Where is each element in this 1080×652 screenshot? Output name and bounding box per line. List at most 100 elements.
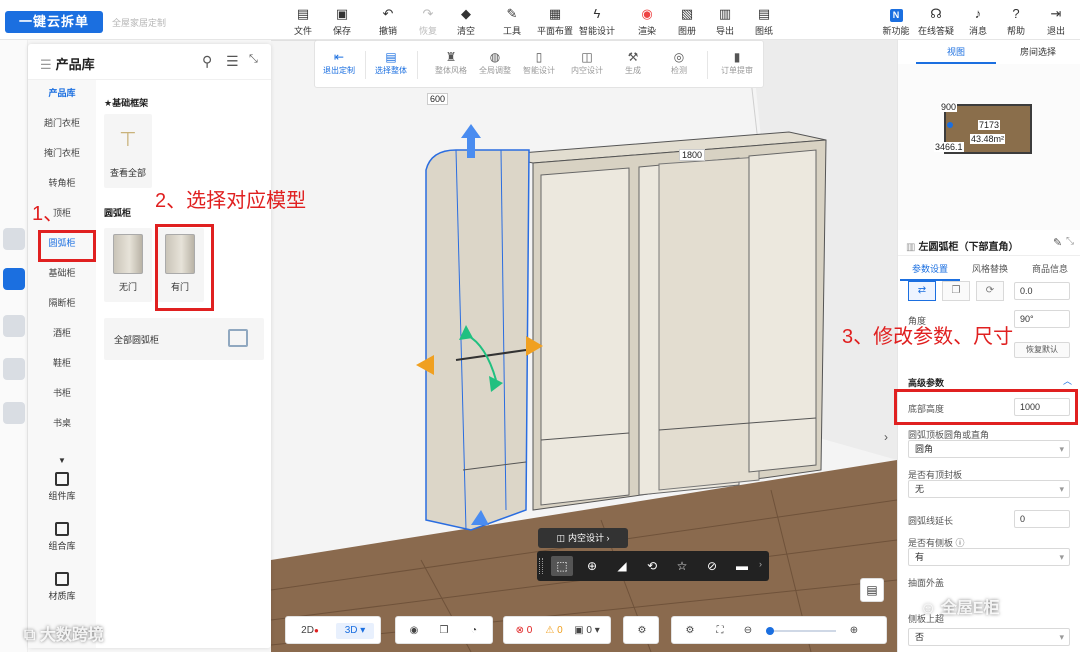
floor-minimap[interactable]: 900 7173 43.48m² 3466.1 (898, 64, 1080, 230)
advanced-toggle-icon[interactable]: ︿ (1063, 374, 1072, 387)
more-arrow-icon[interactable]: › (759, 559, 762, 569)
overall-style-button[interactable]: ♜ 整体风格 (427, 49, 475, 76)
clear-button[interactable]: ◆ 清空 (444, 6, 488, 37)
render-button[interactable]: ◉ 渲染 (625, 6, 669, 37)
paint-context-button[interactable]: ◢ (611, 556, 633, 576)
category-shoe-cabinet[interactable]: 鞋柜 (28, 350, 96, 376)
mode-3d-button[interactable]: 3D ▾ (336, 623, 374, 639)
category-hinged-wardrobe[interactable]: 掩门衣柜 (28, 140, 96, 166)
tab-param-settings[interactable]: 参数设置 (900, 262, 960, 281)
file-button[interactable]: ▤ 文件 (281, 6, 325, 37)
rail-furniture-icon[interactable] (3, 402, 25, 424)
select-all-button[interactable]: ▤ 选择整体 (367, 49, 415, 76)
side-board-select[interactable]: 有 (908, 548, 1070, 566)
edit-icon[interactable]: ✎ (1053, 236, 1062, 249)
favorite-context-button[interactable]: ☆ (671, 556, 693, 576)
inner-space-context-button[interactable]: ◫ 内空设计 › (538, 528, 628, 548)
drawings-button[interactable]: ▤ 图纸 (742, 6, 786, 37)
zoom-slider[interactable] (766, 627, 836, 635)
export-button[interactable]: ▥ 导出 (703, 6, 747, 37)
category-base-cabinet[interactable]: 基础柜 (28, 260, 96, 286)
undo-button[interactable]: ↶ 撤销 (366, 6, 410, 37)
warning-count[interactable]: ⚠ 0 (540, 623, 568, 639)
reset-default-button[interactable]: 恢复默认 (1014, 342, 1070, 358)
tools-button[interactable]: ✎ 工具 (490, 6, 534, 37)
app-logo[interactable]: 一键云拆单 (5, 11, 103, 33)
smart-design-button[interactable]: ϟ 智能设计 (575, 6, 619, 37)
rail-cabinet-icon[interactable] (3, 268, 25, 290)
category-bookcase[interactable]: 书柜 (28, 380, 96, 406)
tab-view[interactable]: 视图 (916, 45, 996, 64)
side-top-select[interactable]: 否 (908, 628, 1070, 646)
rotation-value-input[interactable]: 0.0 (1014, 282, 1070, 300)
exit-custom-button[interactable]: ⇤ 退出定制 (315, 49, 363, 76)
category-wine-cabinet[interactable]: 酒柜 (28, 320, 96, 346)
category-sliding-wardrobe[interactable]: 趟门衣柜 (28, 110, 96, 136)
drag-handle-icon[interactable] (539, 558, 543, 574)
rail-design-icon[interactable] (3, 228, 25, 250)
panel-collapse-arrow[interactable]: › (884, 430, 888, 444)
select-context-button[interactable]: ⬚ (551, 556, 573, 576)
arc-corner-select[interactable]: 圆角 (908, 440, 1070, 458)
gauge-button[interactable]: ◔ (462, 623, 486, 639)
visibility-button[interactable]: ◉ (402, 623, 426, 639)
clipboard-button[interactable]: ▤ (860, 578, 884, 602)
arc-cabinet-selected[interactable] (425, 149, 530, 531)
tab-room-select[interactable]: 房间选择 (998, 45, 1078, 62)
global-adjust-button[interactable]: ◍ 全局调整 (471, 49, 519, 76)
order-review-button[interactable]: ▮ 订单提审 (713, 49, 761, 76)
online-help-button[interactable]: ☊ 在线答疑 (914, 6, 958, 37)
eraser-icon: ◆ (461, 6, 471, 21)
rail-lighting-icon[interactable] (3, 315, 25, 337)
new-features-button[interactable]: N 新功能 (874, 6, 918, 37)
camera-settings-button[interactable]: ⚙ (678, 623, 702, 639)
delete-context-button[interactable]: ▬ (731, 556, 753, 576)
tab-style-replace[interactable]: 风格替换 (960, 262, 1020, 279)
collapse-icon[interactable]: ⤡ (1066, 236, 1074, 247)
generate-button[interactable]: ⚒ 生成 (609, 49, 657, 76)
tab-product-info[interactable]: 商品信息 (1020, 262, 1080, 279)
all-arc-cabinets-card[interactable]: 全部圆弧柜 (104, 318, 264, 360)
search-icon[interactable]: ⚲ (202, 53, 212, 70)
smart-design-tool-button[interactable]: ▯ 智能设计 (515, 49, 563, 76)
mirror-toggle-icon[interactable]: ⇄ (908, 281, 936, 301)
toolbar-divider (365, 51, 366, 79)
error-count[interactable]: ⊗ 0 (510, 623, 538, 639)
top-board-select[interactable]: 无 (908, 480, 1070, 498)
rotate-2d-context-button[interactable]: ⟲ (641, 556, 663, 576)
cube-view-button[interactable]: ❒ (432, 623, 456, 639)
category-product-library[interactable]: 产品库 (28, 80, 96, 106)
material-library-button[interactable]: 材质库 (28, 572, 96, 602)
zoom-out-button[interactable]: ⊖ (736, 623, 760, 639)
arc-cabinet-no-door-card[interactable]: 无门 (104, 228, 152, 302)
scroll-more-icon[interactable]: ▼ (58, 456, 66, 465)
exit-button[interactable]: ⇥ 退出 (1034, 6, 1078, 37)
check-button[interactable]: ◎ 检测 (655, 49, 703, 76)
category-desk[interactable]: 书桌 (28, 410, 96, 436)
zoom-slider-handle[interactable] (766, 627, 774, 635)
category-partition-cabinet[interactable]: 隔断柜 (28, 290, 96, 316)
rotate-toggle-icon[interactable]: ⟳ (976, 281, 1004, 301)
component-library-button[interactable]: 组件库 (28, 472, 96, 502)
floor-plan-button[interactable]: ▦ 平面布置 (533, 6, 577, 37)
fit-view-button[interactable]: ⛶ (708, 623, 732, 639)
mode-2d-button[interactable]: 2D● (292, 623, 328, 639)
view-all-card[interactable]: ⊤ 查看全部 (104, 114, 152, 188)
inner-space-button[interactable]: ◫ 内空设计 (563, 49, 611, 76)
hide-context-button[interactable]: ⊘ (701, 556, 723, 576)
collapse-icon[interactable]: ⤡ (249, 53, 258, 66)
zoom-in-button[interactable]: ⊕ (842, 623, 866, 639)
combination-library-button[interactable]: 组合库 (28, 522, 96, 552)
info-count[interactable]: ▣ 0 ▾ (570, 623, 604, 639)
save-button[interactable]: ▣ 保存 (320, 6, 364, 37)
rail-user-icon[interactable] (3, 358, 25, 380)
angle-select[interactable]: 90° (1014, 310, 1070, 328)
settings-toggle-button[interactable]: ⚙ (630, 623, 654, 639)
add-context-button[interactable]: ⊕ (581, 556, 603, 576)
check-icon: ◎ (673, 50, 685, 64)
filter-icon[interactable]: ☰ (226, 53, 239, 70)
category-corner-cabinet[interactable]: 转角柜 (28, 170, 96, 196)
help-button[interactable]: ? 帮助 (994, 6, 1038, 37)
copy-toggle-icon[interactable]: ❐ (942, 281, 970, 301)
arc-extend-input[interactable]: 0 (1014, 510, 1070, 528)
